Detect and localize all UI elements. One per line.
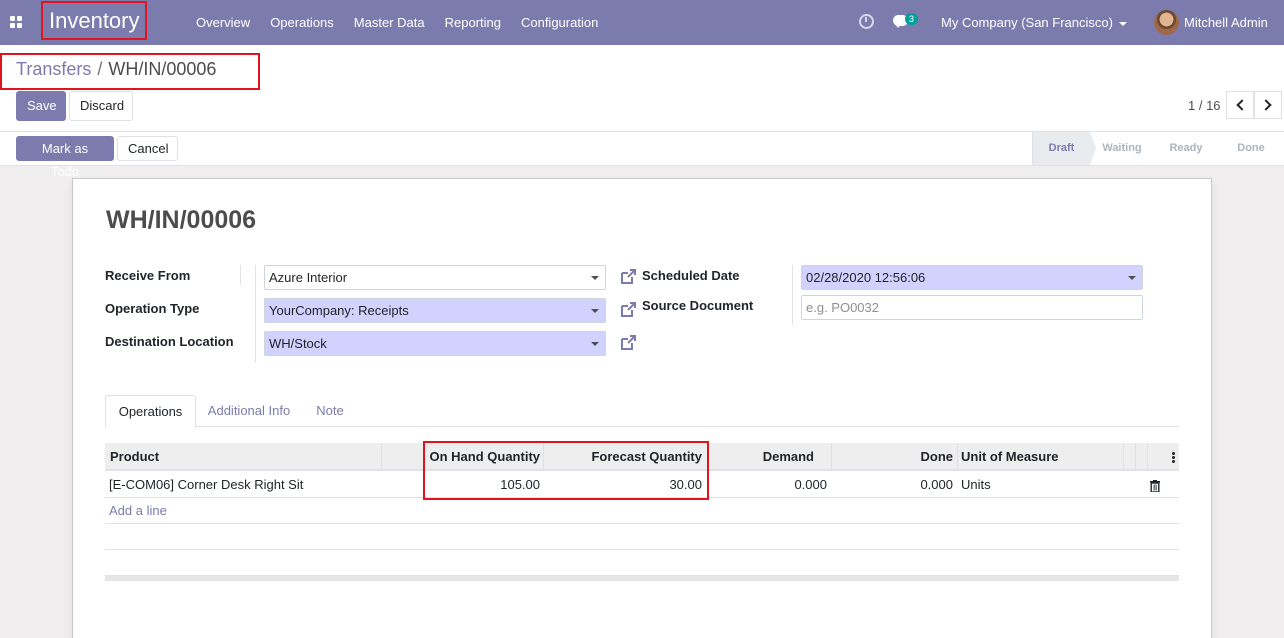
activity-clock-icon[interactable]	[859, 14, 874, 29]
company-name: My Company (San Francisco)	[941, 15, 1113, 30]
stage-done-label: Done	[1237, 142, 1265, 154]
empty-row	[105, 524, 1179, 550]
stage-draft-label: Draft	[1048, 142, 1075, 154]
stage-waiting-label: Waiting	[1102, 142, 1142, 154]
external-link-icon[interactable]	[619, 301, 637, 319]
chevron-right-icon	[1260, 99, 1272, 111]
quantity-columns-highlight	[423, 441, 709, 500]
column-done[interactable]: Done	[835, 443, 954, 471]
source-document-field[interactable]: e.g. PO0032	[801, 295, 1143, 320]
avatar[interactable]	[1154, 10, 1179, 35]
tab-additional-info[interactable]: Additional Info	[201, 395, 297, 427]
external-link-icon[interactable]	[619, 334, 637, 352]
destination-location-value: WH/Stock	[269, 336, 327, 351]
destination-location-field[interactable]: WH/Stock	[264, 331, 606, 356]
destination-location-label: Destination Location	[105, 334, 234, 349]
form-sheet: WH/IN/00006 Receive From Operation Type …	[72, 178, 1212, 638]
company-switcher[interactable]: My Company (San Francisco)	[941, 0, 1127, 45]
column-demand[interactable]: Demand	[712, 443, 814, 471]
optional-columns-icon[interactable]	[1172, 452, 1175, 463]
table-footer	[105, 575, 1179, 581]
receive-from-label: Receive From	[105, 268, 191, 283]
pager-value[interactable]: 1 / 16	[1188, 97, 1221, 115]
breadcrumb-current: WH/IN/00006	[108, 59, 217, 79]
column-product[interactable]: Product	[110, 443, 159, 471]
operation-type-label: Operation Type	[105, 301, 200, 316]
dropdown-caret-icon	[591, 342, 599, 346]
cell-done[interactable]: 0.000	[835, 472, 953, 498]
stage-ready-label: Ready	[1169, 142, 1203, 154]
scheduled-date-label: Scheduled Date	[642, 268, 740, 283]
apps-menu-icon[interactable]	[10, 16, 22, 28]
breadcrumb-transfers-link[interactable]: Transfers	[16, 59, 91, 79]
dropdown-caret-icon	[591, 309, 599, 313]
scheduled-date-value: 02/28/2020 12:56:06	[806, 270, 926, 285]
operation-type-field[interactable]: YourCompany: Receipts	[264, 298, 606, 323]
menu-reporting[interactable]: Reporting	[435, 0, 511, 45]
statusbar: Mark as Todo Cancel Draft Waiting Ready …	[0, 132, 1284, 179]
user-menu[interactable]: Mitchell Admin	[1184, 0, 1268, 45]
breadcrumb-separator: /	[97, 59, 103, 79]
save-button[interactable]: Save	[16, 91, 66, 121]
control-panel: Transfers / WH/IN/00006 Save Discard 1 / 1…	[0, 45, 1284, 132]
source-document-placeholder: e.g. PO0032	[806, 300, 879, 315]
stage-draft: Draft	[1032, 132, 1096, 165]
pager-next-button[interactable]	[1254, 91, 1282, 119]
status-stages: Draft Waiting Ready Done	[1032, 132, 1284, 165]
receive-from-field[interactable]: Azure Interior	[264, 265, 606, 290]
stage-waiting: Waiting	[1090, 132, 1154, 165]
cell-demand[interactable]: 0.000	[712, 472, 827, 498]
operation-type-value: YourCompany: Receipts	[269, 303, 409, 318]
cancel-button[interactable]: Cancel	[117, 136, 178, 161]
top-navbar: Inventory Overview Operations Master Dat…	[0, 0, 1284, 45]
column-unit-of-measure[interactable]: Unit of Measure	[961, 443, 1059, 471]
tab-note[interactable]: Note	[305, 395, 355, 427]
label-separator	[255, 265, 256, 363]
chat-count-badge: 3	[905, 13, 919, 25]
add-a-line-link[interactable]: Add a line	[109, 498, 167, 524]
dropdown-caret-icon	[591, 276, 599, 280]
caret-down-icon	[1118, 21, 1127, 26]
app-brand[interactable]: Inventory	[41, 1, 147, 40]
menu-overview[interactable]: Overview	[186, 0, 260, 45]
record-title: WH/IN/00006	[106, 206, 257, 234]
discard-button[interactable]: Discard	[69, 91, 133, 121]
cell-uom[interactable]: Units	[961, 472, 991, 498]
scheduled-date-field[interactable]: 02/28/2020 12:56:06	[801, 265, 1143, 290]
chevron-left-icon	[1236, 99, 1248, 111]
menu-configuration[interactable]: Configuration	[511, 0, 608, 45]
tab-operations[interactable]: Operations	[105, 395, 196, 428]
label-separator	[240, 265, 241, 285]
receive-from-value: Azure Interior	[269, 270, 348, 285]
cell-product[interactable]: [E-COM06] Corner Desk Right Sit	[109, 472, 303, 498]
menu-operations[interactable]: Operations	[260, 0, 344, 45]
label-separator	[792, 265, 793, 325]
stage-ready: Ready	[1154, 132, 1218, 165]
external-link-icon[interactable]	[619, 268, 637, 286]
stage-done: Done	[1218, 132, 1284, 165]
mark-as-todo-button[interactable]: Mark as Todo	[16, 136, 114, 179]
notebook-tabs: Operations Additional Info Note	[105, 395, 1179, 428]
pager-previous-button[interactable]	[1226, 91, 1254, 119]
add-line-row: Add a line	[105, 498, 1179, 524]
main-menu: Overview Operations Master Data Reportin…	[186, 0, 608, 45]
source-document-label: Source Document	[642, 298, 754, 313]
dropdown-caret-icon	[1128, 276, 1136, 280]
trash-icon[interactable]	[1150, 480, 1160, 492]
breadcrumb: Transfers / WH/IN/00006	[16, 59, 216, 79]
menu-master-data[interactable]: Master Data	[344, 0, 435, 45]
